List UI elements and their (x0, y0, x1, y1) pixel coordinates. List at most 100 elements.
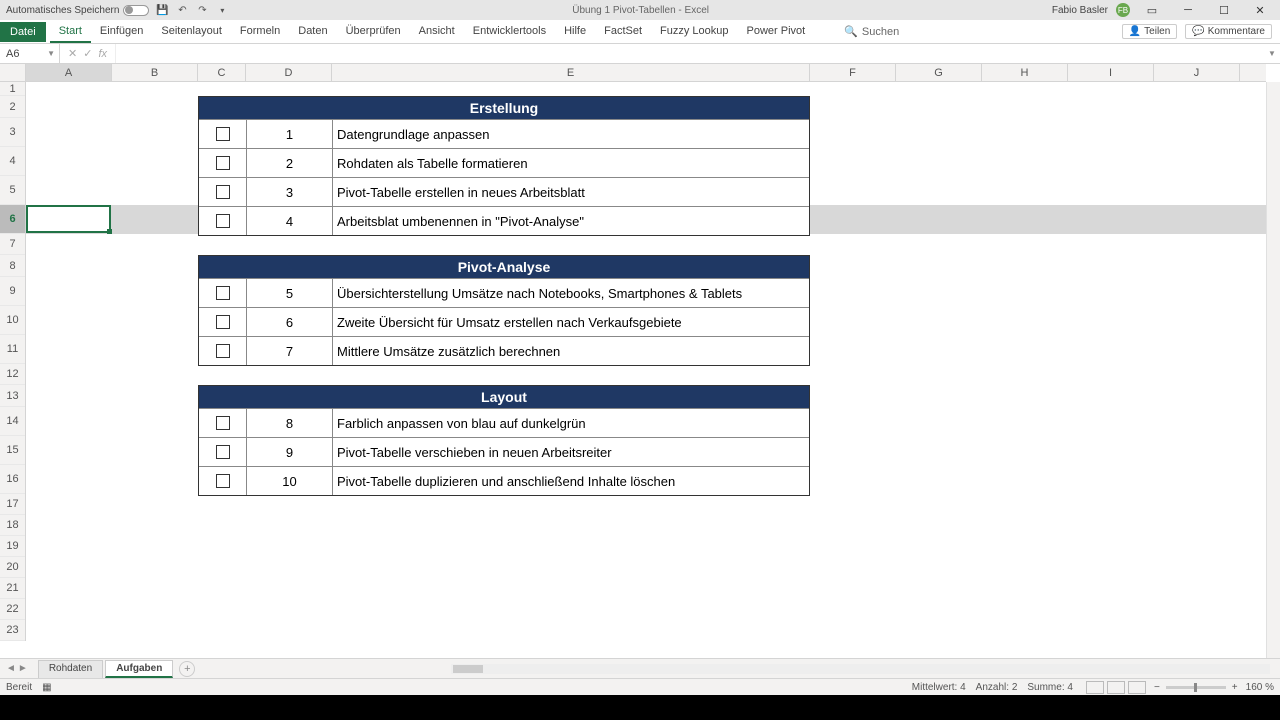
col-header-F[interactable]: F (810, 64, 896, 81)
row-header-3[interactable]: 3 (0, 118, 25, 147)
comments-button[interactable]: 💬Kommentare (1185, 24, 1272, 39)
autosave-toggle[interactable]: Automatisches Speichern (6, 5, 149, 16)
cancel-icon[interactable]: ✕ (68, 47, 77, 60)
close-button[interactable]: ✕ (1246, 4, 1274, 17)
zoom-level[interactable]: 160 % (1246, 682, 1274, 693)
row-header-14[interactable]: 14 (0, 407, 25, 436)
row-header-4[interactable]: 4 (0, 147, 25, 176)
zoom-in-button[interactable]: + (1232, 682, 1238, 693)
row-header-21[interactable]: 21 (0, 578, 25, 599)
ribbon-tab-power pivot[interactable]: Power Pivot (738, 21, 815, 43)
tell-me-search[interactable]: 🔍 Suchen (844, 25, 899, 38)
zoom-out-button[interactable]: − (1154, 682, 1160, 693)
ribbon-tab-formeln[interactable]: Formeln (231, 21, 289, 43)
row-header-10[interactable]: 10 (0, 306, 25, 335)
ribbon-tab-ansicht[interactable]: Ansicht (410, 21, 464, 43)
ribbon-tab-hilfe[interactable]: Hilfe (555, 21, 595, 43)
formula-bar: A6 ▼ ✕ ✓ fx ▼ (0, 44, 1280, 64)
row-header-2[interactable]: 2 (0, 96, 25, 118)
file-tab[interactable]: Datei (0, 22, 46, 42)
sheet-nav[interactable]: ◄► (0, 663, 34, 674)
ribbon-tab-daten[interactable]: Daten (289, 21, 336, 43)
prev-sheet-icon[interactable]: ◄ (6, 663, 16, 674)
sheet-tab-rohdaten[interactable]: Rohdaten (38, 660, 103, 678)
minimize-button[interactable]: ─ (1174, 4, 1202, 16)
task-checkbox[interactable] (216, 185, 230, 199)
qat-dropdown-icon[interactable]: ▾ (215, 3, 229, 17)
namebox-dropdown-icon[interactable]: ▼ (47, 49, 55, 58)
ribbon-tab-überprüfen[interactable]: Überprüfen (337, 21, 410, 43)
row-header-23[interactable]: 23 (0, 620, 25, 641)
ribbon-tab-start[interactable]: Start (50, 21, 91, 43)
user-avatar[interactable]: FB (1116, 3, 1130, 17)
record-macro-icon[interactable]: ▦ (42, 682, 51, 693)
select-all-corner[interactable] (0, 64, 26, 82)
row-header-22[interactable]: 22 (0, 599, 25, 620)
row-header-6[interactable]: 6 (0, 205, 25, 234)
ribbon-mode-icon[interactable]: ▭ (1138, 4, 1166, 17)
ribbon-tab-fuzzy lookup[interactable]: Fuzzy Lookup (651, 21, 737, 43)
maximize-button[interactable]: ☐ (1210, 4, 1238, 17)
task-checkbox[interactable] (216, 156, 230, 170)
col-header-G[interactable]: G (896, 64, 982, 81)
ribbon-tab-entwicklertools[interactable]: Entwicklertools (464, 21, 555, 43)
col-header-J[interactable]: J (1154, 64, 1240, 81)
next-sheet-icon[interactable]: ► (18, 663, 28, 674)
task-checkbox[interactable] (216, 127, 230, 141)
save-icon[interactable]: 💾 (155, 3, 169, 17)
col-header-B[interactable]: B (112, 64, 198, 81)
enter-icon[interactable]: ✓ (83, 47, 92, 60)
vertical-scrollbar[interactable] (1266, 82, 1280, 658)
row-header-8[interactable]: 8 (0, 255, 25, 277)
horizontal-scrollbar[interactable] (451, 664, 1270, 674)
row-header-16[interactable]: 16 (0, 465, 25, 494)
active-cell[interactable] (26, 205, 111, 233)
cell-area[interactable]: Erstellung1Datengrundlage anpassen2Rohda… (26, 82, 1266, 658)
task-checkbox[interactable] (216, 474, 230, 488)
row-header-13[interactable]: 13 (0, 385, 25, 407)
row-header-12[interactable]: 12 (0, 364, 25, 385)
row-header-9[interactable]: 9 (0, 277, 25, 306)
row-header-20[interactable]: 20 (0, 557, 25, 578)
task-checkbox[interactable] (216, 286, 230, 300)
task-checkbox[interactable] (216, 344, 230, 358)
redo-icon[interactable]: ↷ (195, 3, 209, 17)
ribbon-tab-seitenlayout[interactable]: Seitenlayout (152, 21, 231, 43)
col-header-C[interactable]: C (198, 64, 246, 81)
undo-icon[interactable]: ↶ (175, 3, 189, 17)
col-header-D[interactable]: D (246, 64, 332, 81)
task-checkbox[interactable] (216, 315, 230, 329)
normal-view-button[interactable] (1086, 681, 1104, 694)
row-header-17[interactable]: 17 (0, 494, 25, 515)
task-checkbox[interactable] (216, 416, 230, 430)
col-header-A[interactable]: A (26, 64, 112, 81)
row-header-15[interactable]: 15 (0, 436, 25, 465)
row-header-5[interactable]: 5 (0, 176, 25, 205)
column-headers[interactable]: ABCDEFGHIJ (26, 64, 1266, 82)
col-header-H[interactable]: H (982, 64, 1068, 81)
row-header-19[interactable]: 19 (0, 536, 25, 557)
share-button[interactable]: 👤Teilen (1122, 24, 1178, 39)
row-header-18[interactable]: 18 (0, 515, 25, 536)
spreadsheet-grid[interactable]: ABCDEFGHIJ 12345678910111213141516171819… (0, 64, 1280, 658)
row-header-7[interactable]: 7 (0, 234, 25, 255)
ribbon-tab-einfügen[interactable]: Einfügen (91, 21, 152, 43)
name-box[interactable]: A6 ▼ (0, 44, 60, 63)
task-checkbox[interactable] (216, 214, 230, 228)
toggle-switch[interactable] (123, 5, 149, 16)
fx-icon[interactable]: fx (98, 48, 107, 60)
page-layout-view-button[interactable] (1107, 681, 1125, 694)
expand-formula-icon[interactable]: ▼ (1264, 49, 1280, 58)
col-header-I[interactable]: I (1068, 64, 1154, 81)
zoom-slider[interactable] (1166, 686, 1226, 689)
row-headers[interactable]: 1234567891011121314151617181920212223 (0, 82, 26, 641)
page-break-view-button[interactable] (1128, 681, 1146, 694)
col-header-E[interactable]: E (332, 64, 810, 81)
add-sheet-button[interactable]: + (179, 661, 195, 677)
task-checkbox[interactable] (216, 445, 230, 459)
row-header-1[interactable]: 1 (0, 82, 25, 96)
user-name[interactable]: Fabio Basler (1052, 5, 1108, 16)
sheet-tab-aufgaben[interactable]: Aufgaben (105, 660, 173, 678)
row-header-11[interactable]: 11 (0, 335, 25, 364)
ribbon-tab-factset[interactable]: FactSet (595, 21, 651, 43)
